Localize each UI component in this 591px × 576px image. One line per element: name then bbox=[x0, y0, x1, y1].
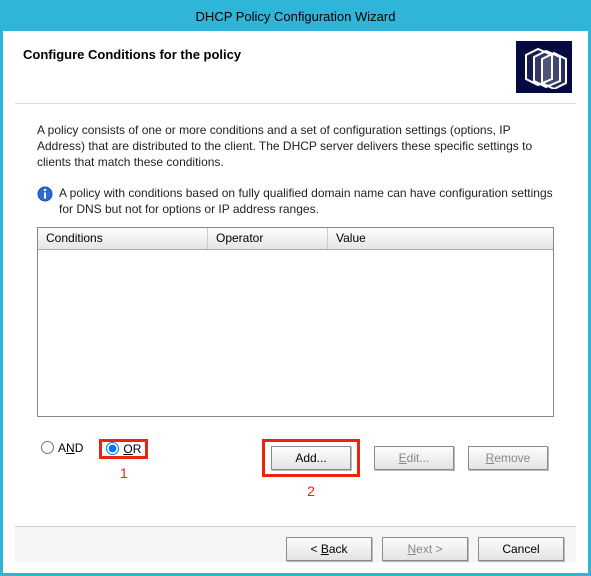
radio-or[interactable]: OR bbox=[106, 442, 141, 456]
action-row: AND OR 1 Add... bbox=[37, 439, 554, 499]
annotation-1: 1 bbox=[120, 465, 128, 481]
back-button[interactable]: < Back bbox=[286, 537, 372, 561]
content-area: Configure Conditions for the policy A po… bbox=[3, 31, 588, 573]
col-conditions[interactable]: Conditions bbox=[38, 228, 208, 249]
radio-and-input[interactable] bbox=[41, 441, 54, 454]
cancel-button[interactable]: Cancel bbox=[478, 537, 564, 561]
col-value[interactable]: Value bbox=[328, 228, 553, 249]
policy-icon bbox=[516, 41, 572, 93]
info-note: A policy with conditions based on fully … bbox=[37, 185, 554, 217]
body: A policy consists of one or more conditi… bbox=[15, 104, 576, 526]
conditions-table[interactable]: Conditions Operator Value bbox=[37, 227, 554, 417]
radio-and[interactable]: AND bbox=[37, 439, 87, 457]
wizard-footer: < Back Next > Cancel bbox=[15, 526, 576, 563]
titlebar: DHCP Policy Configuration Wizard bbox=[3, 3, 588, 31]
page-title: Configure Conditions for the policy bbox=[23, 41, 241, 62]
highlight-add: Add... bbox=[262, 439, 360, 477]
col-operator[interactable]: Operator bbox=[208, 228, 328, 249]
next-button: Next > bbox=[382, 537, 468, 561]
info-icon bbox=[37, 186, 53, 202]
window-title: DHCP Policy Configuration Wizard bbox=[196, 9, 396, 24]
header-row: Configure Conditions for the policy bbox=[15, 31, 576, 104]
wizard-window: DHCP Policy Configuration Wizard Configu… bbox=[0, 0, 591, 576]
add-button[interactable]: Add... bbox=[271, 446, 351, 470]
remove-button: Remove bbox=[468, 446, 548, 470]
table-header: Conditions Operator Value bbox=[38, 228, 553, 250]
condition-buttons: Add... 2 Edit... Remove bbox=[262, 439, 548, 499]
radio-or-input[interactable] bbox=[106, 442, 119, 455]
annotation-2: 2 bbox=[307, 483, 315, 499]
note-text: A policy with conditions based on fully … bbox=[59, 185, 554, 217]
edit-button: Edit... bbox=[374, 446, 454, 470]
highlight-or: OR bbox=[99, 439, 148, 459]
description-text: A policy consists of one or more conditi… bbox=[37, 122, 554, 171]
